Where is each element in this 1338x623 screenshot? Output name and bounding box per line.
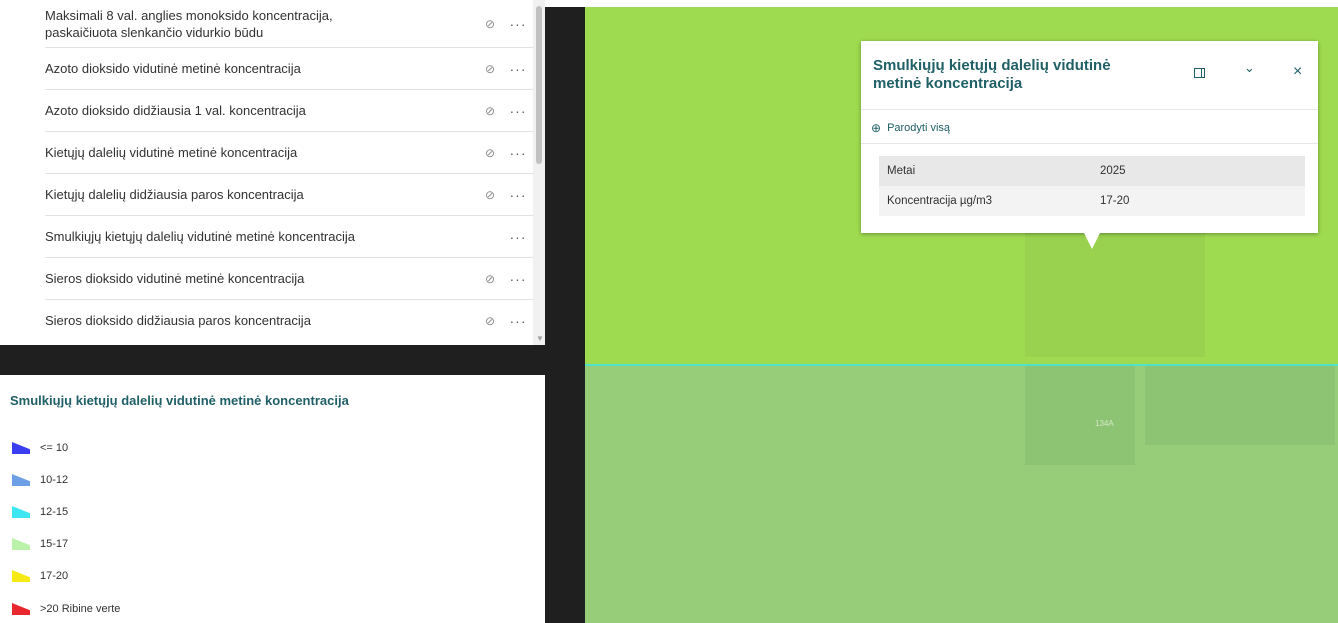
layer-label: Maksimali 8 val. anglies monoksido konce… bbox=[45, 7, 477, 41]
legend-label: <= 10 bbox=[40, 442, 69, 454]
zoom-to-button[interactable]: ⊕ Parodyti visą bbox=[871, 121, 950, 135]
popup-title-line-1: Smulkiųjų kietųjų dalelių vidutinė bbox=[873, 57, 1111, 74]
layer-list: Maksimali 8 val. anglies monoksido konce… bbox=[0, 0, 533, 341]
legend-swatch bbox=[12, 442, 30, 454]
scroll-down-arrow-icon[interactable]: ▼ bbox=[536, 334, 544, 343]
eye-off-icon[interactable]: ⊘ bbox=[477, 62, 503, 76]
layer-item-co[interactable]: Maksimali 8 val. anglies monoksido konce… bbox=[45, 0, 533, 48]
attribute-key: Metai bbox=[879, 156, 1092, 186]
legend-title: Smulkiųjų kietųjų dalelių vidutinė metin… bbox=[10, 393, 349, 408]
legend-item: 17-20 bbox=[12, 570, 68, 582]
eye-off-icon[interactable]: ⊘ bbox=[477, 188, 503, 202]
popup-divider bbox=[861, 143, 1318, 144]
layer-item-so2-daily[interactable]: Sieros dioksido didžiausia paros koncent… bbox=[45, 300, 533, 341]
layer-label: Kietųjų dalelių didžiausia paros koncent… bbox=[45, 187, 304, 202]
collapse-button[interactable]: ⌄ bbox=[1244, 60, 1255, 76]
layer-list-panel: Maksimali 8 val. anglies monoksido konce… bbox=[0, 0, 545, 345]
table-row: Koncentracija µg/m3 17-20 bbox=[879, 186, 1305, 216]
zoom-in-icon: ⊕ bbox=[871, 121, 882, 135]
chevron-down-icon: ⌄ bbox=[1244, 60, 1255, 75]
table-row: Metai 2025 bbox=[879, 156, 1305, 186]
eye-off-icon[interactable]: ⊘ bbox=[477, 17, 503, 31]
popup-pointer bbox=[1084, 233, 1100, 249]
attribute-key: Koncentracija µg/m3 bbox=[879, 186, 1092, 216]
attribute-value: 17-20 bbox=[1092, 186, 1305, 216]
legend-item: 15-17 bbox=[12, 538, 68, 550]
dock-button[interactable] bbox=[1194, 68, 1205, 78]
map-parcel bbox=[1145, 365, 1335, 445]
layer-label: Smulkiųjų kietųjų dalelių vidutinė metin… bbox=[45, 229, 356, 244]
more-options-button[interactable]: ··· bbox=[503, 229, 533, 245]
feature-popup: Smulkiųjų kietųjų dalelių vidutinė metin… bbox=[861, 41, 1318, 233]
legend-label: 10-12 bbox=[40, 474, 69, 486]
more-options-button[interactable]: ··· bbox=[503, 187, 533, 203]
popup-divider bbox=[861, 109, 1318, 110]
layer-item-pm25-annual[interactable]: Smulkiųjų kietųjų dalelių vidutinė metin… bbox=[45, 216, 533, 258]
legend-item: >20 Ribine verte bbox=[12, 603, 120, 615]
zoom-label: Parodyti visą bbox=[887, 122, 951, 134]
attribute-table: Metai 2025 Koncentracija µg/m3 17-20 bbox=[879, 156, 1305, 216]
layer-item-pm-daily[interactable]: Kietųjų dalelių didžiausia paros koncent… bbox=[45, 174, 533, 216]
legend-item: 12-15 bbox=[12, 506, 68, 518]
scrollbar-thumb[interactable] bbox=[536, 6, 542, 164]
layer-label-line-1: Maksimali 8 val. anglies monoksido konce… bbox=[45, 7, 333, 23]
layer-item-no2-1h[interactable]: Azoto dioksido didžiausia 1 val. koncent… bbox=[45, 90, 533, 132]
legend-swatch bbox=[12, 570, 30, 582]
legend-swatch bbox=[12, 603, 30, 615]
more-options-button[interactable]: ··· bbox=[503, 16, 533, 32]
dock-icon bbox=[1194, 68, 1205, 78]
layer-label: Kietųjų dalelių vidutinė metinė koncentr… bbox=[45, 145, 298, 160]
layer-list-scrollbar[interactable]: ▼ bbox=[533, 0, 545, 345]
map-parcel bbox=[1025, 365, 1135, 465]
legend-swatch bbox=[12, 538, 30, 550]
legend-panel: Smulkiųjų kietųjų dalelių vidutinė metin… bbox=[0, 375, 545, 623]
eye-off-icon[interactable]: ⊘ bbox=[477, 104, 503, 118]
layer-label: Azoto dioksido didžiausia 1 val. koncent… bbox=[45, 103, 306, 118]
parcel-label: 134A bbox=[1095, 419, 1114, 428]
layer-label: Sieros dioksido didžiausia paros koncent… bbox=[45, 313, 311, 328]
popup-title: Smulkiųjų kietųjų dalelių vidutinė metin… bbox=[873, 57, 1173, 93]
attribute-value: 2025 bbox=[1092, 156, 1305, 186]
legend-label: 17-20 bbox=[40, 570, 69, 582]
layer-item-pm-annual[interactable]: Kietųjų dalelių vidutinė metinė koncentr… bbox=[45, 132, 533, 174]
legend-swatch bbox=[12, 506, 30, 518]
legend-item: 10-12 bbox=[12, 474, 68, 486]
top-edge bbox=[545, 0, 1338, 7]
more-options-button[interactable]: ··· bbox=[503, 271, 533, 287]
legend-label: 12-15 bbox=[40, 506, 69, 518]
eye-off-icon[interactable]: ⊘ bbox=[477, 314, 503, 328]
close-icon: × bbox=[1293, 63, 1303, 80]
eye-off-icon[interactable]: ⊘ bbox=[477, 272, 503, 286]
more-options-button[interactable]: ··· bbox=[503, 145, 533, 161]
layer-label: Azoto dioksido vidutinė metinė koncentra… bbox=[45, 61, 301, 76]
popup-title-line-2: metinė koncentracija bbox=[873, 75, 1023, 92]
legend-label: 15-17 bbox=[40, 538, 69, 550]
more-options-button[interactable]: ··· bbox=[503, 103, 533, 119]
close-button[interactable]: × bbox=[1293, 63, 1302, 81]
panel-separator-vertical bbox=[545, 0, 585, 623]
layer-label: Sieros dioksido vidutinė metinė koncentr… bbox=[45, 271, 305, 286]
layer-label-line-2: paskaičiuota slenkančio vidurkio būdu bbox=[45, 24, 264, 40]
more-options-button[interactable]: ··· bbox=[503, 61, 533, 77]
more-options-button[interactable]: ··· bbox=[503, 313, 533, 329]
panel-separator bbox=[0, 345, 545, 375]
legend-label: >20 Ribine verte bbox=[40, 603, 121, 615]
eye-off-icon[interactable]: ⊘ bbox=[477, 146, 503, 160]
legend-swatch bbox=[12, 474, 30, 486]
zone-boundary-line bbox=[585, 364, 1338, 366]
layer-item-no2-annual[interactable]: Azoto dioksido vidutinė metinė koncentra… bbox=[45, 48, 533, 90]
layer-item-so2-annual[interactable]: Sieros dioksido vidutinė metinė koncentr… bbox=[45, 258, 533, 300]
legend-item: <= 10 bbox=[12, 442, 68, 454]
